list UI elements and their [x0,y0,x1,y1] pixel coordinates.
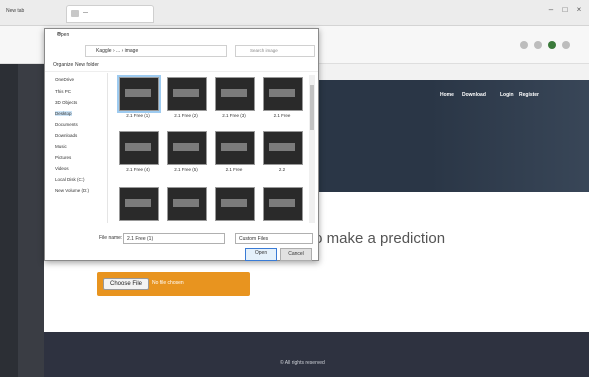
menu-icon[interactable] [562,41,570,49]
side-panel-edge [0,64,18,377]
minimize-icon[interactable]: – [546,5,556,15]
address-bar[interactable]: Kaggle › ... › image [85,45,227,57]
filename-value: 2.1 Free (1) [127,235,154,242]
file-name: 2.2 [278,167,286,172]
filetype-value: Custom Files [239,235,269,242]
open-button[interactable]: Open [245,248,277,261]
window-title-bar: New tab — – □ × [0,0,589,26]
browser-tab[interactable]: — [66,5,154,23]
file-grid: 2.1 Free (1) 2.1 Free (2) 2.1 Free (3) 2… [113,75,313,223]
file-thumbnail[interactable] [263,187,303,221]
footer-text: © All rights reserved [280,360,325,366]
no-file-text: No file chosen [152,280,184,286]
file-name: 2.1 Free [273,113,291,118]
nav-download-link[interactable]: Download [462,92,486,98]
profile-icon[interactable] [548,41,556,49]
file-open-dialog: Open × Kaggle › ... › image Search image… [44,28,319,261]
file-thumbnail[interactable] [117,75,161,113]
filetype-select[interactable]: Custom Files [235,233,313,244]
maximize-icon[interactable]: □ [560,5,570,15]
window-title: New tab [6,8,25,14]
cancel-button[interactable]: Cancel [280,248,312,261]
filename-label: File name: [99,235,123,241]
file-thumbnail[interactable] [215,77,255,111]
page-heading: to make a prediction [310,230,446,247]
nav-onedrive[interactable]: OneDrive [55,77,74,82]
navigation-pane: OneDrive This PC 3D Objects Desktop Docu… [45,73,108,223]
close-window-icon[interactable]: × [574,5,584,15]
nav-documents[interactable]: Documents [55,122,78,127]
dialog-search-input[interactable]: Search image [235,45,315,57]
dialog-title-bar: Open × [45,29,318,41]
file-name: 2.1 Free (1) [126,113,150,118]
tab-title: — [83,10,88,16]
extensions-icon[interactable] [520,41,528,49]
address-path: Kaggle › ... › image [96,48,139,54]
page-footer: © All rights reserved [44,332,589,377]
nav-downloads[interactable]: Downloads [55,133,77,138]
file-thumbnail[interactable] [215,187,255,221]
choose-file-button[interactable]: Choose File [103,278,149,290]
nav-pictures[interactable]: Pictures [55,155,71,160]
file-name: 2.1 Free (5) [174,167,198,172]
file-thumbnail[interactable] [215,131,255,165]
file-thumbnail[interactable] [119,131,159,165]
tab-favicon-icon [71,10,79,17]
file-thumbnail[interactable] [263,131,303,165]
file-name: 2.1 Free [225,167,243,172]
nav-desktop[interactable]: Desktop [55,111,72,116]
file-thumbnail[interactable] [167,77,207,111]
file-name: 2.1 Free (3) [222,113,246,118]
file-thumbnail[interactable] [119,187,159,221]
bookmark-icon[interactable] [534,41,542,49]
file-thumbnail[interactable] [167,187,207,221]
new-folder-button[interactable]: New folder [75,62,99,68]
search-placeholder: Search image [250,48,278,53]
nav-3d-objects[interactable]: 3D Objects [55,100,77,105]
nav-login-link[interactable]: Login [500,92,514,98]
nav-local-disk[interactable]: Local Disk (C:) [55,177,85,182]
organize-button[interactable]: Organize [53,62,73,68]
dialog-toolbar: Organize New folder [45,59,318,72]
filename-input[interactable]: 2.1 Free (1) [123,233,225,244]
nav-this-pc[interactable]: This PC [55,89,71,94]
file-grid-scrollbar[interactable] [309,75,315,223]
nav-music[interactable]: Music [55,144,67,149]
nav-new-volume[interactable]: New Volume (D:) [55,188,89,193]
nav-videos[interactable]: Videos [55,166,69,171]
file-name: 2.1 Free (4) [126,167,150,172]
file-thumbnail[interactable] [167,131,207,165]
file-thumbnail[interactable] [263,77,303,111]
dialog-close-icon[interactable]: × [57,31,312,38]
file-name: 2.1 Free (2) [174,113,198,118]
nav-home-link[interactable]: Home [440,92,454,98]
nav-register-link[interactable]: Register [519,92,539,98]
